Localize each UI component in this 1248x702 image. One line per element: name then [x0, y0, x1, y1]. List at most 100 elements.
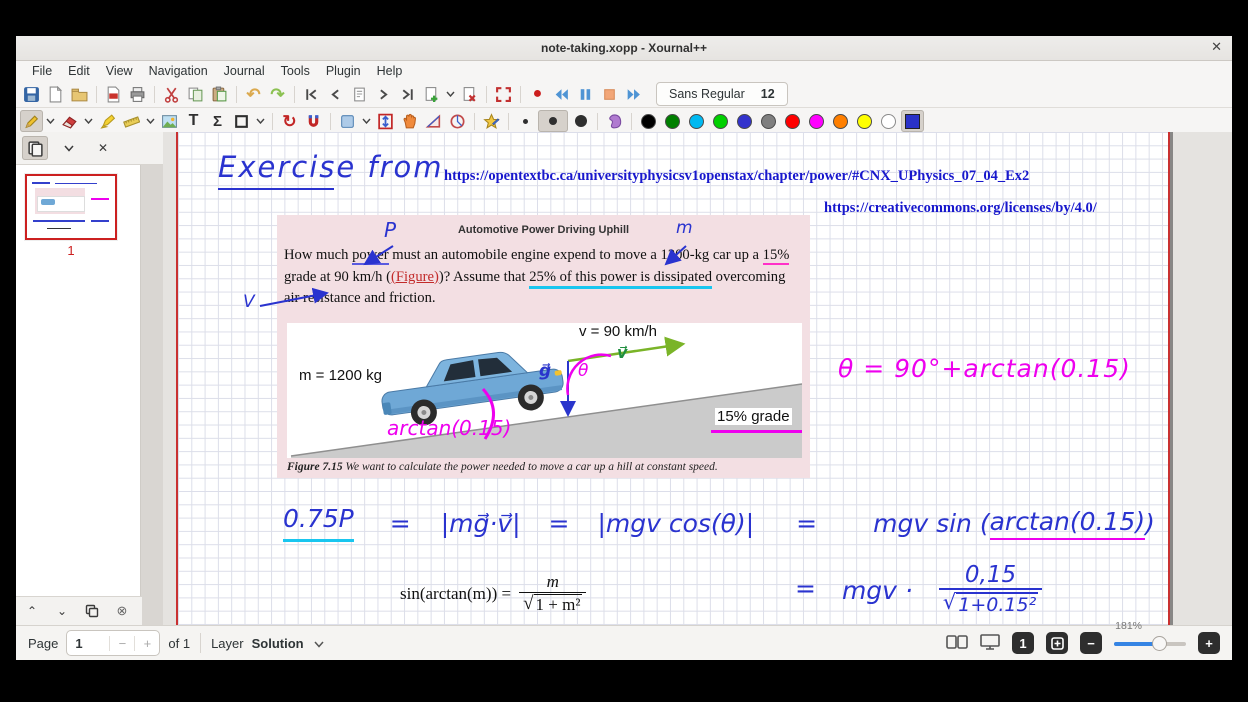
sidebar-up-button[interactable]: ⌃ — [18, 600, 46, 622]
menu-view[interactable]: View — [98, 63, 141, 79]
pen-options-dropdown[interactable] — [44, 110, 57, 132]
fill-tool-button[interactable] — [603, 110, 626, 132]
image-tool-button[interactable] — [158, 110, 181, 132]
zoom-percent-label: 181% — [1115, 620, 1142, 632]
select-rect-tool-button[interactable] — [230, 110, 253, 132]
presentation-mode-button[interactable] — [980, 633, 1000, 653]
color-green-button[interactable] — [661, 110, 684, 132]
color-custom-button[interactable] — [901, 110, 924, 132]
text-tool-button[interactable]: T — [182, 110, 205, 132]
figure-link[interactable]: (Figure) — [391, 269, 439, 285]
color-lightgreen-button[interactable] — [709, 110, 732, 132]
sidebar-close-button[interactable]: ✕ — [90, 136, 116, 160]
menu-navigation[interactable]: Navigation — [141, 63, 216, 79]
eraser-options-dropdown[interactable] — [82, 110, 95, 132]
select-region-tool-button[interactable] — [336, 110, 359, 132]
page-increment-button[interactable]: + — [134, 636, 159, 651]
color-blue-button[interactable] — [733, 110, 756, 132]
save-button[interactable] — [20, 83, 43, 105]
layer-value[interactable]: Solution — [252, 636, 304, 651]
statusbar: Page 1 − + of 1 Layer Solution 1 − 181% … — [16, 625, 1232, 660]
window-close-icon[interactable]: ✕ — [1211, 39, 1222, 55]
zoom-fit-width-button[interactable] — [1046, 632, 1068, 654]
menu-journal[interactable]: Journal — [216, 63, 273, 79]
layer-dropdown[interactable] — [314, 636, 324, 651]
vertical-space-tool-button[interactable] — [374, 110, 397, 132]
cut-button[interactable] — [160, 83, 183, 105]
shape-triangle-tool-button[interactable] — [422, 110, 445, 132]
stop-button[interactable] — [598, 83, 621, 105]
redo-button[interactable]: ↷ — [266, 83, 289, 105]
color-magenta-swatch — [809, 114, 824, 129]
forward-button[interactable] — [622, 83, 645, 105]
color-red-button[interactable] — [781, 110, 804, 132]
menu-edit[interactable]: Edit — [60, 63, 98, 79]
print-button[interactable] — [126, 83, 149, 105]
menu-help[interactable]: Help — [369, 63, 411, 79]
hand-tool-button[interactable] — [398, 110, 421, 132]
pause-button[interactable] — [574, 83, 597, 105]
shape-recognizer-button[interactable] — [480, 110, 503, 132]
ruler-tool-button[interactable] — [120, 110, 143, 132]
menu-tools[interactable]: Tools — [273, 63, 318, 79]
last-page-button[interactable] — [396, 83, 419, 105]
menu-file[interactable]: File — [24, 63, 60, 79]
pen-tool-button[interactable] — [20, 110, 43, 132]
color-gray-button[interactable] — [757, 110, 780, 132]
two-page-view-button[interactable] — [946, 634, 968, 653]
select-options-dropdown[interactable] — [254, 110, 267, 132]
copy-button[interactable] — [184, 83, 207, 105]
next-page-button[interactable] — [372, 83, 395, 105]
paste-button[interactable] — [208, 83, 231, 105]
sidebar-down-button[interactable]: ⌄ — [48, 600, 76, 622]
sidebar-duplicate-button[interactable] — [78, 600, 106, 622]
eraser-tool-button[interactable] — [58, 110, 81, 132]
sidebar-delete-button[interactable]: ⊗ — [108, 600, 136, 622]
delete-page-button[interactable] — [458, 83, 481, 105]
sidebar-mode-dropdown[interactable] — [56, 136, 82, 160]
zoom-fit-page-button[interactable]: 1 — [1012, 632, 1034, 654]
menu-plugin[interactable]: Plugin — [318, 63, 369, 79]
thickness-thick-button[interactable] — [569, 110, 592, 132]
grid-snap-button[interactable] — [302, 110, 325, 132]
goto-page-button[interactable] — [348, 83, 371, 105]
add-page-dropdown[interactable] — [444, 83, 457, 105]
fullscreen-button[interactable] — [492, 83, 515, 105]
open-button[interactable] — [68, 83, 91, 105]
record-button[interactable]: ● — [526, 83, 549, 105]
zoom-slider[interactable]: 181% — [1114, 632, 1186, 654]
page-thumbnail-list[interactable]: 1 — [16, 165, 141, 597]
ruler-options-dropdown[interactable] — [144, 110, 157, 132]
export-pdf-button[interactable] — [102, 83, 125, 105]
page-spinner[interactable]: 1 − + — [66, 630, 160, 656]
add-page-button[interactable] — [420, 83, 443, 105]
select-region-dropdown[interactable] — [360, 110, 373, 132]
color-lightblue-button[interactable] — [685, 110, 708, 132]
rewind-button[interactable] — [550, 83, 573, 105]
thickness-medium-button[interactable] — [538, 110, 568, 132]
thickness-fine-button[interactable] — [514, 110, 537, 132]
previous-page-button[interactable] — [324, 83, 347, 105]
zoom-slider-knob[interactable] — [1152, 636, 1167, 651]
color-yellow-button[interactable] — [853, 110, 876, 132]
color-orange-button[interactable] — [829, 110, 852, 132]
color-magenta-button[interactable] — [805, 110, 828, 132]
undo-button[interactable]: ↶ — [242, 83, 265, 105]
page-number-value[interactable]: 1 — [67, 636, 109, 651]
highlighter-tool-button[interactable] — [96, 110, 119, 132]
rotation-snap-button[interactable]: ↻ — [278, 110, 301, 132]
stop-icon — [601, 86, 618, 103]
page-decrement-button[interactable]: − — [109, 636, 134, 651]
zoom-out-button[interactable]: − — [1080, 632, 1102, 654]
page-thumbnail-1[interactable] — [25, 174, 117, 240]
shape-circle-tool-button[interactable] — [446, 110, 469, 132]
font-button[interactable]: Sans Regular 12 — [656, 82, 788, 106]
color-white-button[interactable] — [877, 110, 900, 132]
color-black-button[interactable] — [637, 110, 660, 132]
new-document-button[interactable] — [44, 83, 67, 105]
sidebar-preview-layers-button[interactable] — [22, 136, 48, 160]
tex-tool-button[interactable]: Σ — [206, 110, 229, 132]
first-page-button[interactable] — [300, 83, 323, 105]
zoom-in-button[interactable]: + — [1198, 632, 1220, 654]
color-blue-swatch — [737, 114, 752, 129]
